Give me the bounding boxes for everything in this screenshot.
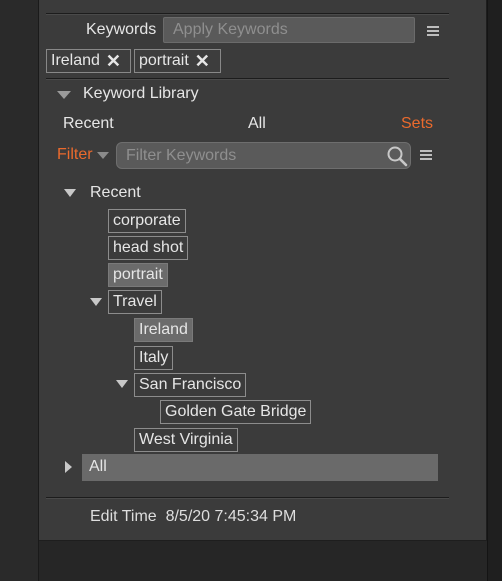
tree-item-all[interactable]: All [89,458,107,476]
tab-all[interactable]: All [248,115,266,133]
tab-recent[interactable]: Recent [63,115,114,133]
filter-dropdown[interactable]: Filter [57,146,93,164]
tree-item-all-row[interactable] [82,454,438,481]
library-menu-icon[interactable] [420,150,432,160]
edit-time-value: 8/5/20 7:45:34 PM [165,508,297,525]
keyword-italy[interactable]: Italy [134,346,174,370]
expand-recent-icon[interactable] [64,189,76,197]
expand-san-francisco-icon[interactable] [116,380,128,388]
keyword-ireland[interactable]: Ireland [134,318,193,342]
chip-label: portrait [139,52,189,69]
keyword-west-virginia[interactable]: West Virginia [134,428,238,452]
divider [46,497,449,499]
edit-time-label: Edit Time [90,508,157,525]
keyword-head-shot[interactable]: head shot [108,236,189,260]
left-edge [0,0,39,581]
filter-keywords-input[interactable] [116,142,411,169]
apply-keywords-input[interactable] [163,17,415,43]
right-scrollbar[interactable] [487,0,502,581]
divider [46,13,449,15]
keyword-golden-gate-bridge[interactable]: Golden Gate Bridge [160,400,312,424]
disclosure-triangle-icon[interactable] [57,91,71,99]
chip-label: Ireland [51,52,100,69]
keywords-label: Keywords [86,21,157,38]
expand-travel-icon[interactable] [90,298,102,306]
tab-sets[interactable]: Sets [401,115,433,133]
close-icon[interactable]: ✕ [106,52,121,70]
keyword-library-title: Keyword Library [83,85,199,102]
keyword-portrait[interactable]: portrait [108,263,168,287]
search-icon[interactable] [386,145,408,167]
close-icon[interactable]: ✕ [195,52,210,70]
keyword-chip-ireland: Ireland ✕ [46,49,131,73]
tree-item-recent[interactable]: Recent [90,184,141,202]
keyword-san-francisco[interactable]: San Francisco [134,373,247,397]
chevron-down-icon[interactable] [97,152,109,159]
keyword-travel[interactable]: Travel [108,290,162,314]
keyword-chip-portrait: portrait ✕ [134,49,221,73]
edit-time: Edit Time 8/5/20 7:45:34 PM [90,508,296,526]
divider [46,78,449,80]
keywords-menu-icon[interactable] [427,26,439,36]
keyword-corporate[interactable]: corporate [108,209,186,233]
expand-all-icon[interactable] [65,461,72,473]
bottom-bar [39,541,487,581]
